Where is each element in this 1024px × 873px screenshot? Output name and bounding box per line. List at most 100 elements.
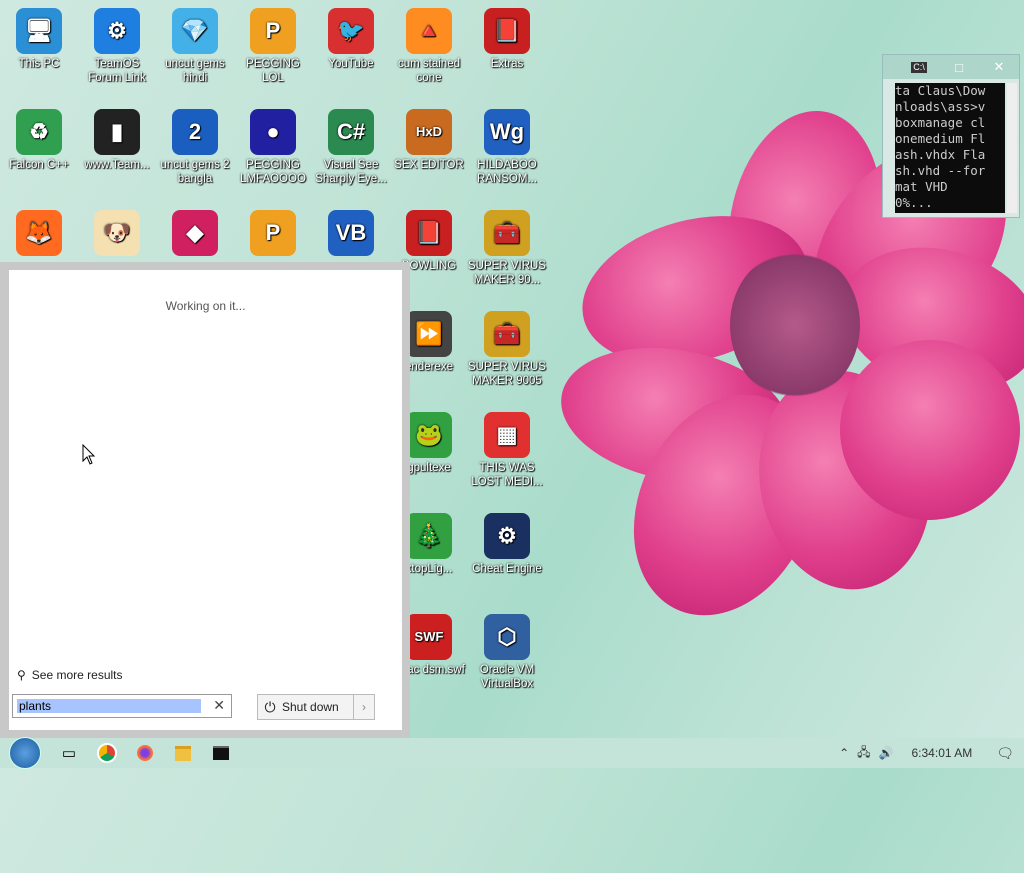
petal (711, 98, 899, 352)
desktop-icon[interactable]: C# Visual See Sharply Eye... (312, 105, 390, 186)
desktop-icon[interactable]: VB (312, 206, 390, 259)
desktop-icon[interactable]: ⬡ Oracle VM VirtualBox (468, 610, 546, 691)
window-titlebar[interactable]: C:\ □ ✕ (883, 55, 1019, 79)
file-explorer-icon[interactable] (164, 738, 202, 768)
desktop-icon-label: SEX EDITOR (394, 159, 464, 171)
scrollbar[interactable] (1007, 83, 1017, 213)
app-icon: ♻ (16, 109, 62, 155)
app-icon: ⏩ (406, 311, 452, 357)
petal (825, 226, 1024, 414)
desktop-icon[interactable]: 🔺 cum stained cone (390, 4, 468, 85)
app-icon: ▮ (94, 109, 140, 155)
desktop-icon-label: SUPER VIRUS MAKER 90... (468, 260, 546, 286)
petal (807, 307, 1024, 553)
app-icon: 🐸 (406, 412, 452, 458)
see-more-results-link[interactable]: ⚲ See more results (17, 668, 123, 682)
start-menu: Working on it... ⚲ See more results ✕ ⏻ … (0, 262, 410, 738)
desktop-icon-label: PEGGING LOL (246, 58, 300, 84)
shut-down-label: Shut down (282, 700, 339, 714)
app-icon: 🖥 (16, 8, 62, 54)
chevron-up-icon[interactable]: ⌃ (839, 746, 849, 760)
desktop-icon-label: TeamOS Forum Link (88, 58, 146, 84)
desktop-icon[interactable]: 2 uncut gems 2 bangla (156, 105, 234, 186)
app-icon: C# (328, 109, 374, 155)
app-icon: ▦ (484, 412, 530, 458)
system-tray: ⌃ 🖧 🔊 6:34:01 AM 🗨 (839, 738, 1024, 768)
app-icon: ● (250, 109, 296, 155)
power-icon: ⏻ (264, 698, 276, 715)
desktop-icon[interactable]: 💎 uncut gems hindi (156, 4, 234, 85)
desktop-icon-label: SUPER VIRUS MAKER 9005 (468, 361, 546, 387)
app-icon: Wg (484, 109, 530, 155)
desktop-icon-label: Falcon C++ (9, 159, 69, 171)
desktop-icon[interactable]: 🐦 YouTube (312, 4, 390, 71)
app-icon: 💎 (172, 8, 218, 54)
command-prompt-window[interactable]: C:\ □ ✕ ta Claus\Dow nloads\ass>v boxman… (882, 54, 1020, 218)
desktop-icon[interactable]: Wg HILDABOO RANSOM... (468, 105, 546, 186)
app-icon: HxD (406, 109, 452, 155)
desktop-icon[interactable]: ▮ www.Team... (78, 105, 156, 172)
desktop-icon[interactable]: HxD SEX EDITOR (390, 105, 468, 172)
desktop-icon[interactable]: 🐶 (78, 206, 156, 259)
maximize-icon[interactable]: □ (939, 60, 979, 75)
petal (550, 331, 800, 499)
notifications-icon[interactable]: 🗨 (996, 745, 1014, 762)
desktop-icon-label: Visual See Sharply Eye... (315, 159, 387, 185)
app-icon: 🎄 (406, 513, 452, 559)
desktop-icon[interactable]: ♻ Falcon C++ (0, 105, 78, 172)
desktop-icon-label: THIS WAS LOST MEDI... (471, 462, 543, 488)
desktop-icon-label: This PC (18, 58, 60, 70)
app-icon: ⚙ (94, 8, 140, 54)
desktop-icon[interactable]: ● PEGGING LMFAOOOO (234, 105, 312, 186)
mouse-cursor-icon (82, 444, 96, 465)
app-icon: 📕 (484, 8, 530, 54)
app-icon: VB (328, 210, 374, 256)
chrome-icon[interactable] (88, 738, 126, 768)
desktop-icon-label: Oracle VM VirtualBox (479, 664, 535, 690)
petal (565, 192, 825, 388)
desktop-icon[interactable]: 🦊 (0, 206, 78, 259)
desktop-icon-label: uncut gems 2 bangla (160, 159, 230, 185)
command-prompt-taskbar-icon[interactable] (202, 738, 240, 768)
app-icon: 📕 (406, 210, 452, 256)
app-icon: 🧰 (484, 311, 530, 357)
desktop-icon-label: uncut gems hindi (165, 58, 225, 84)
desktop-icon[interactable]: 🧰 SUPER VIRUS MAKER 90... (468, 206, 546, 287)
app-icon: 🧰 (484, 210, 530, 256)
close-icon[interactable]: ✕ (979, 59, 1019, 75)
desktop-icon[interactable]: 🖥 This PC (0, 4, 78, 71)
desktop-icon-label: YouTube (328, 58, 374, 70)
search-status: Working on it... (165, 299, 246, 313)
clock[interactable]: 6:34:01 AM (912, 746, 973, 760)
volume-icon[interactable]: 🔊 (879, 746, 894, 760)
task-view-icon[interactable]: ▭ (50, 738, 88, 768)
network-icon[interactable]: 🖧 (857, 743, 870, 764)
desktop-icon-label: PEGGING LMFAOOOO (240, 159, 306, 185)
desktop-icon[interactable]: ⚙ TeamOS Forum Link (78, 4, 156, 85)
app-icon: 🔺 (406, 8, 452, 54)
search-results-panel: Working on it... ⚲ See more results (9, 270, 402, 730)
petal (599, 364, 851, 646)
desktop-icon[interactable]: 🧰 SUPER VIRUS MAKER 9005 (468, 307, 546, 388)
desktop-icon[interactable]: P (234, 206, 312, 259)
search-icon: ⚲ (17, 668, 26, 682)
shut-down-button[interactable]: ⏻ Shut down › (257, 694, 375, 720)
firefox-icon[interactable] (126, 738, 164, 768)
desktop-icon[interactable]: ◆ (156, 206, 234, 259)
search-input[interactable] (17, 699, 201, 713)
start-button[interactable] (0, 737, 50, 769)
desktop-icon[interactable]: P PEGGING LOL (234, 4, 312, 85)
app-icon: 🦊 (16, 210, 62, 256)
desktop-icon[interactable]: ▦ THIS WAS LOST MEDI... (468, 408, 546, 489)
desktop-icon-label: HILDABOO RANSOM... (476, 159, 538, 185)
clear-icon[interactable]: ✕ (213, 697, 225, 714)
flower-center (730, 250, 860, 400)
chevron-right-icon[interactable]: › (353, 695, 374, 719)
desktop-icon-label: cum stained cone (397, 58, 460, 84)
search-field[interactable]: ✕ (12, 694, 232, 718)
petal (742, 356, 948, 604)
app-icon: 🐦 (328, 8, 374, 54)
desktop-icon[interactable]: ⚙ Cheat Engine (468, 509, 546, 576)
desktop-icon[interactable]: 📕 Extras (468, 4, 546, 71)
console-output: ta Claus\Dow nloads\ass>v boxmanage cl o… (895, 83, 1005, 213)
